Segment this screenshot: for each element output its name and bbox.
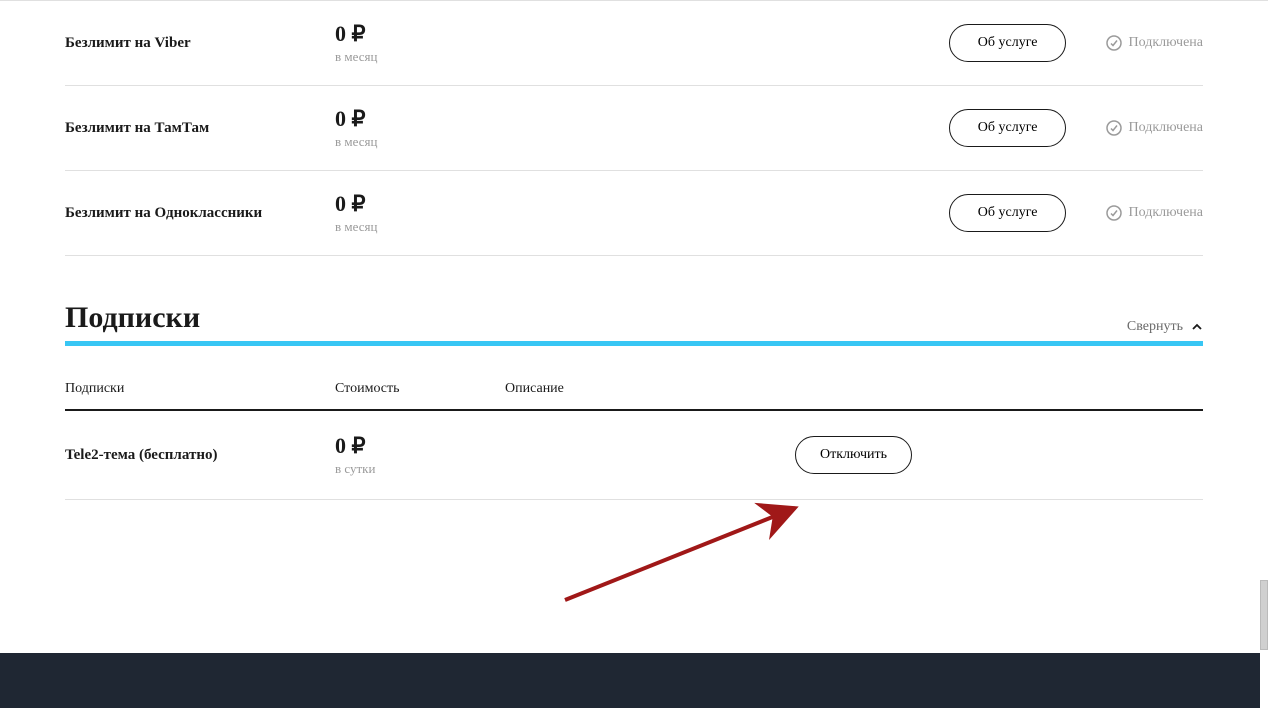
service-price: 0 ₽ в месяц — [335, 21, 725, 65]
column-header-cost: Стоимость — [335, 381, 505, 397]
subscription-name: Tele2-тема (бесплатно) — [65, 447, 335, 464]
price-period: в сутки — [335, 461, 505, 477]
service-name: Безлимит на Viber — [65, 35, 335, 52]
status-label: Подключена — [1128, 35, 1203, 51]
collapse-toggle[interactable]: Свернуть — [1127, 319, 1203, 335]
scrollbar[interactable] — [1260, 580, 1268, 650]
status-label: Подключена — [1128, 205, 1203, 221]
price-period: в месяц — [335, 219, 725, 235]
column-header-subscriptions: Подписки — [65, 381, 335, 397]
status-label: Подключена — [1128, 120, 1203, 136]
service-name: Безлимит на Одноклассники — [65, 205, 335, 222]
chevron-up-icon — [1191, 321, 1203, 333]
section-header: Подписки Свернуть — [65, 301, 1203, 341]
annotation-arrow-icon — [555, 490, 815, 610]
status-connected: Подключена — [1106, 35, 1203, 51]
column-header-description: Описание — [505, 381, 1203, 397]
about-service-button[interactable]: Об услуге — [949, 109, 1067, 147]
status-connected: Подключена — [1106, 205, 1203, 221]
check-circle-icon — [1106, 205, 1122, 221]
price-amount: 0 ₽ — [335, 433, 505, 459]
price-period: в месяц — [335, 49, 725, 65]
service-row: Безлимит на ТамТам 0 ₽ в месяц Об услуге… — [65, 86, 1203, 171]
subscriptions-table-header: Подписки Стоимость Описание — [65, 371, 1203, 411]
footer-bar — [0, 653, 1260, 708]
price-amount: 0 ₽ — [335, 106, 725, 132]
accent-divider — [65, 341, 1203, 346]
check-circle-icon — [1106, 120, 1122, 136]
about-service-button[interactable]: Об услуге — [949, 194, 1067, 232]
price-amount: 0 ₽ — [335, 191, 725, 217]
service-price: 0 ₽ в месяц — [335, 191, 725, 235]
service-row: Безлимит на Viber 0 ₽ в месяц Об услуге … — [65, 1, 1203, 86]
section-title: Подписки — [65, 301, 200, 335]
subscription-row: Tele2-тема (бесплатно) 0 ₽ в сутки Отклю… — [65, 411, 1203, 500]
about-service-button[interactable]: Об услуге — [949, 24, 1067, 62]
service-row: Безлимит на Одноклассники 0 ₽ в месяц Об… — [65, 171, 1203, 256]
check-circle-icon — [1106, 35, 1122, 51]
collapse-label: Свернуть — [1127, 319, 1183, 335]
service-name: Безлимит на ТамТам — [65, 120, 335, 137]
disable-button[interactable]: Отключить — [795, 436, 912, 474]
subscription-price: 0 ₽ в сутки — [335, 433, 505, 477]
price-period: в месяц — [335, 134, 725, 150]
price-amount: 0 ₽ — [335, 21, 725, 47]
service-price: 0 ₽ в месяц — [335, 106, 725, 150]
status-connected: Подключена — [1106, 120, 1203, 136]
